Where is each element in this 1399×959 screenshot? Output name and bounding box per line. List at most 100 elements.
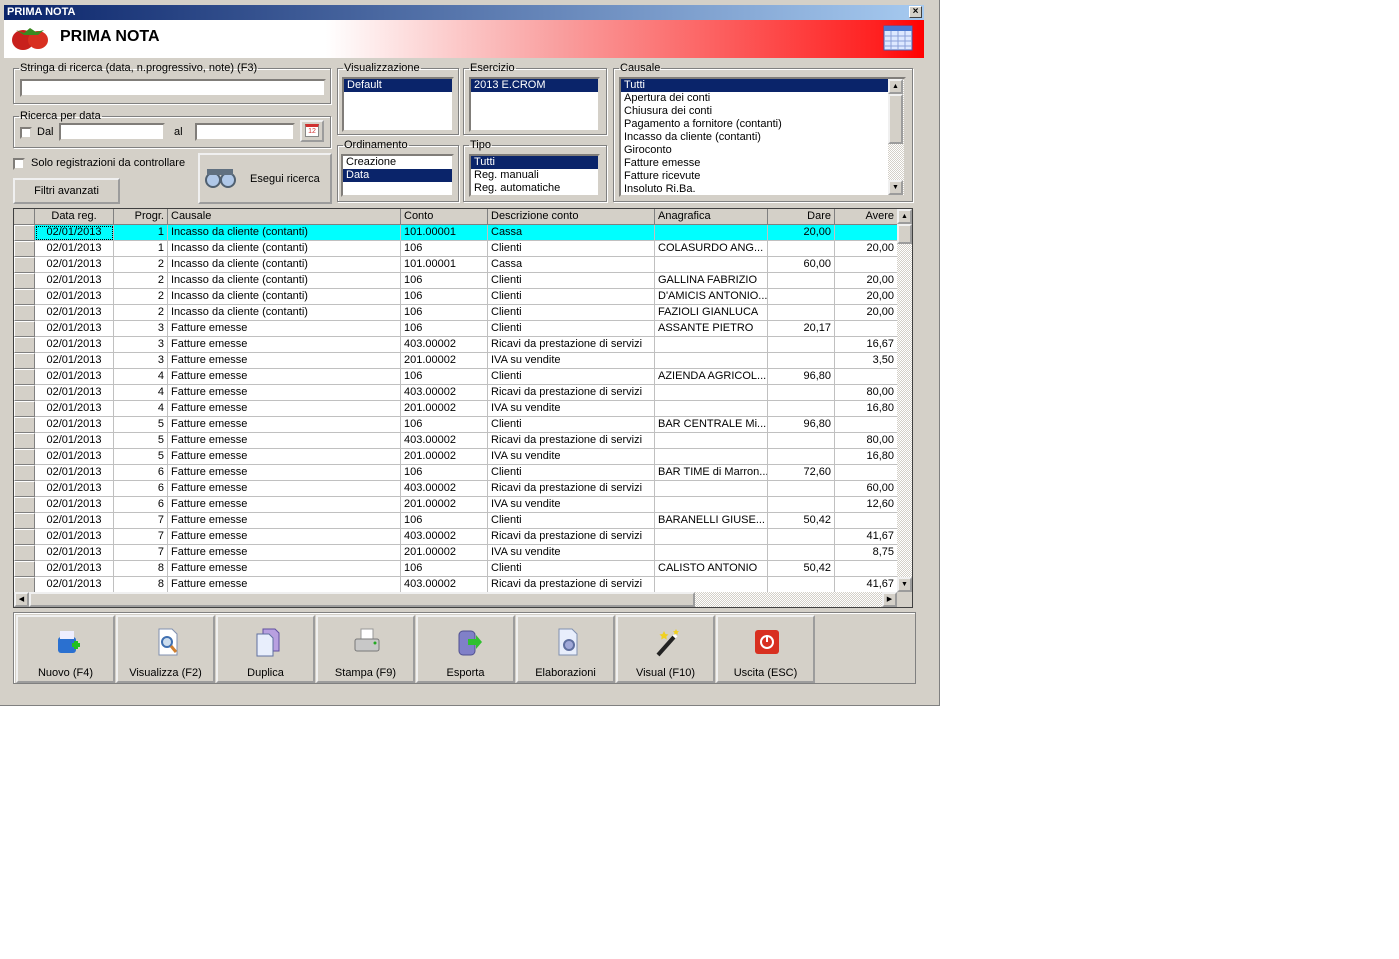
causale-option[interactable]: Pagamento a fornitore (contanti) (621, 118, 904, 131)
table-row[interactable]: 02/01/2013 7 Fatture emesse 201.00002 IVA su… (14, 545, 898, 561)
table-row[interactable]: 02/01/2013 7 Fatture emesse 403.00002 Ricavi… (14, 529, 898, 545)
table-row[interactable]: 02/01/2013 3 Fatture emesse 201.00002 IVA su… (14, 353, 898, 369)
table-row[interactable]: 02/01/2013 7 Fatture emesse 106 Clienti BARAN… (14, 513, 898, 529)
row-selector[interactable] (14, 577, 35, 593)
causale-scrollbar[interactable]: ▲ ▼ (888, 79, 904, 195)
causale-option[interactable]: Incasso da cliente (contanti) (621, 131, 904, 144)
toolbar-button-exit[interactable]: Uscita (ESC) (716, 615, 815, 683)
calendar-button[interactable]: 12 (300, 120, 324, 142)
table-row[interactable]: 02/01/2013 4 Fatture emesse 403.00002 Ricavi… (14, 385, 898, 401)
visualizzazione-option[interactable]: Default (344, 79, 452, 92)
row-selector[interactable] (14, 449, 35, 465)
scroll-thumb[interactable] (888, 94, 903, 144)
row-selector[interactable] (14, 433, 35, 449)
tipo-option[interactable]: Reg. automatiche (471, 182, 598, 195)
toolbar-button-print[interactable]: Stampa (F9) (316, 615, 415, 683)
table-row[interactable]: 02/01/2013 8 Fatture emesse 403.00002 Ricavi… (14, 577, 898, 593)
toolbar-button-new[interactable]: Nuovo (F4) (16, 615, 115, 683)
column-header-date[interactable]: Data reg. (35, 209, 114, 225)
ordinamento-option[interactable]: Creazione (343, 156, 452, 169)
scroll-down-button[interactable]: ▼ (897, 577, 912, 592)
row-selector[interactable] (14, 337, 35, 353)
causale-option[interactable]: Giroconto (621, 144, 904, 157)
table-horizontal-scrollbar[interactable]: ◀ ▶ (14, 592, 897, 607)
causale-option[interactable]: Fatture emesse (621, 157, 904, 170)
column-header-progr[interactable]: Progr. (114, 209, 168, 225)
causale-option[interactable]: Chiusura dei conti (621, 105, 904, 118)
table-row[interactable]: 02/01/2013 6 Fatture emesse 201.00002 IVA su… (14, 497, 898, 513)
column-header-dare[interactable]: Dare (768, 209, 835, 225)
table-row[interactable]: 02/01/2013 2 Incasso da cliente (contanti)… (14, 273, 898, 289)
date-filter-checkbox[interactable] (20, 127, 32, 139)
row-selector[interactable] (14, 385, 35, 401)
row-selector[interactable] (14, 561, 35, 577)
column-header-causale[interactable]: Causale (168, 209, 401, 225)
tipo-list[interactable]: Tutti Reg. manuali Reg. automatiche (469, 154, 600, 197)
row-selector[interactable] (14, 417, 35, 433)
row-selector[interactable] (14, 529, 35, 545)
tipo-option[interactable]: Reg. manuali (471, 169, 598, 182)
table-row[interactable]: 02/01/2013 8 Fatture emesse 106 Clienti CALIS… (14, 561, 898, 577)
column-header-anagrafica[interactable]: Anagrafica (655, 209, 768, 225)
scroll-up-button[interactable]: ▲ (897, 209, 912, 224)
row-selector[interactable] (14, 321, 35, 337)
visualizzazione-list[interactable]: Default (342, 77, 454, 132)
table-row[interactable]: 02/01/2013 2 Incasso da cliente (contanti)… (14, 257, 898, 273)
row-selector[interactable] (14, 289, 35, 305)
table-row[interactable]: 02/01/2013 4 Fatture emesse 106 Clienti AZIEN… (14, 369, 898, 385)
table-row[interactable]: 02/01/2013 1 Incasso da cliente (contanti)… (14, 241, 898, 257)
table-row[interactable]: 02/01/2013 5 Fatture emesse 106 Clienti BAR C… (14, 417, 898, 433)
advanced-filters-button[interactable]: Filtri avanzati (13, 178, 120, 204)
scroll-thumb[interactable] (29, 592, 695, 607)
close-button[interactable]: × (909, 6, 922, 18)
scroll-down-button[interactable]: ▼ (888, 180, 903, 195)
toolbar-button-duplicate[interactable]: Duplica (216, 615, 315, 683)
scroll-left-button[interactable]: ◀ (14, 592, 29, 607)
date-from-input[interactable] (59, 123, 165, 141)
column-header-descrizione-conto[interactable]: Descrizione conto (488, 209, 655, 225)
scroll-thumb[interactable] (897, 224, 912, 244)
column-header-conto[interactable]: Conto (401, 209, 488, 225)
search-input[interactable] (20, 79, 326, 97)
scroll-right-button[interactable]: ▶ (882, 592, 897, 607)
causale-option[interactable]: Apertura dei conti (621, 92, 904, 105)
causale-list[interactable]: Tutti Apertura dei conti Chiusura dei cont… (619, 77, 906, 197)
table-row[interactable]: 02/01/2013 2 Incasso da cliente (contanti)… (14, 289, 898, 305)
ordinamento-option[interactable]: Data (343, 169, 452, 182)
date-to-input[interactable] (195, 123, 295, 141)
table-row[interactable]: 02/01/2013 3 Fatture emesse 403.00002 Ricavi… (14, 337, 898, 353)
only-check-checkbox[interactable] (13, 158, 25, 170)
toolbar-button-view[interactable]: Visualizza (F2) (116, 615, 215, 683)
row-selector[interactable] (14, 513, 35, 529)
toolbar-button-magic-wand[interactable]: Visual (F10) (616, 615, 715, 683)
table-row[interactable]: 02/01/2013 1 Incasso da cliente (contanti)… (14, 225, 898, 241)
row-selector[interactable] (14, 545, 35, 561)
run-search-button[interactable]: Esegui ricerca (198, 153, 332, 204)
causale-option[interactable]: Fatture ricevute (621, 170, 904, 183)
toolbar-button-process[interactable]: Elaborazioni (516, 615, 615, 683)
scroll-up-button[interactable]: ▲ (888, 79, 903, 94)
causale-option[interactable]: Tutti (621, 79, 904, 92)
table-row[interactable]: 02/01/2013 6 Fatture emesse 106 Clienti BAR T… (14, 465, 898, 481)
row-selector[interactable] (14, 241, 35, 257)
tipo-option[interactable]: Tutti (471, 156, 598, 169)
esercizio-option[interactable]: 2013 E.CROM (471, 79, 598, 92)
table-row[interactable]: 02/01/2013 5 Fatture emesse 201.00002 IVA su… (14, 449, 898, 465)
row-selector[interactable] (14, 465, 35, 481)
row-selector[interactable] (14, 497, 35, 513)
table-row[interactable]: 02/01/2013 2 Incasso da cliente (contanti)… (14, 305, 898, 321)
table-row[interactable]: 02/01/2013 5 Fatture emesse 403.00002 Ricavi… (14, 433, 898, 449)
toolbar-button-export[interactable]: Esporta (416, 615, 515, 683)
row-selector[interactable] (14, 257, 35, 273)
table-row[interactable]: 02/01/2013 4 Fatture emesse 201.00002 IVA su… (14, 401, 898, 417)
row-selector[interactable] (14, 273, 35, 289)
table-vertical-scrollbar[interactable]: ▲ ▼ (897, 209, 912, 592)
ordinamento-list[interactable]: Creazione Data (341, 154, 454, 197)
table-row[interactable]: 02/01/2013 6 Fatture emesse 403.00002 Ricavi… (14, 481, 898, 497)
row-selector[interactable] (14, 481, 35, 497)
row-selector[interactable] (14, 305, 35, 321)
esercizio-list[interactable]: 2013 E.CROM (469, 77, 600, 132)
row-selector[interactable] (14, 353, 35, 369)
row-selector[interactable] (14, 369, 35, 385)
column-header-avere[interactable]: Avere (835, 209, 898, 225)
